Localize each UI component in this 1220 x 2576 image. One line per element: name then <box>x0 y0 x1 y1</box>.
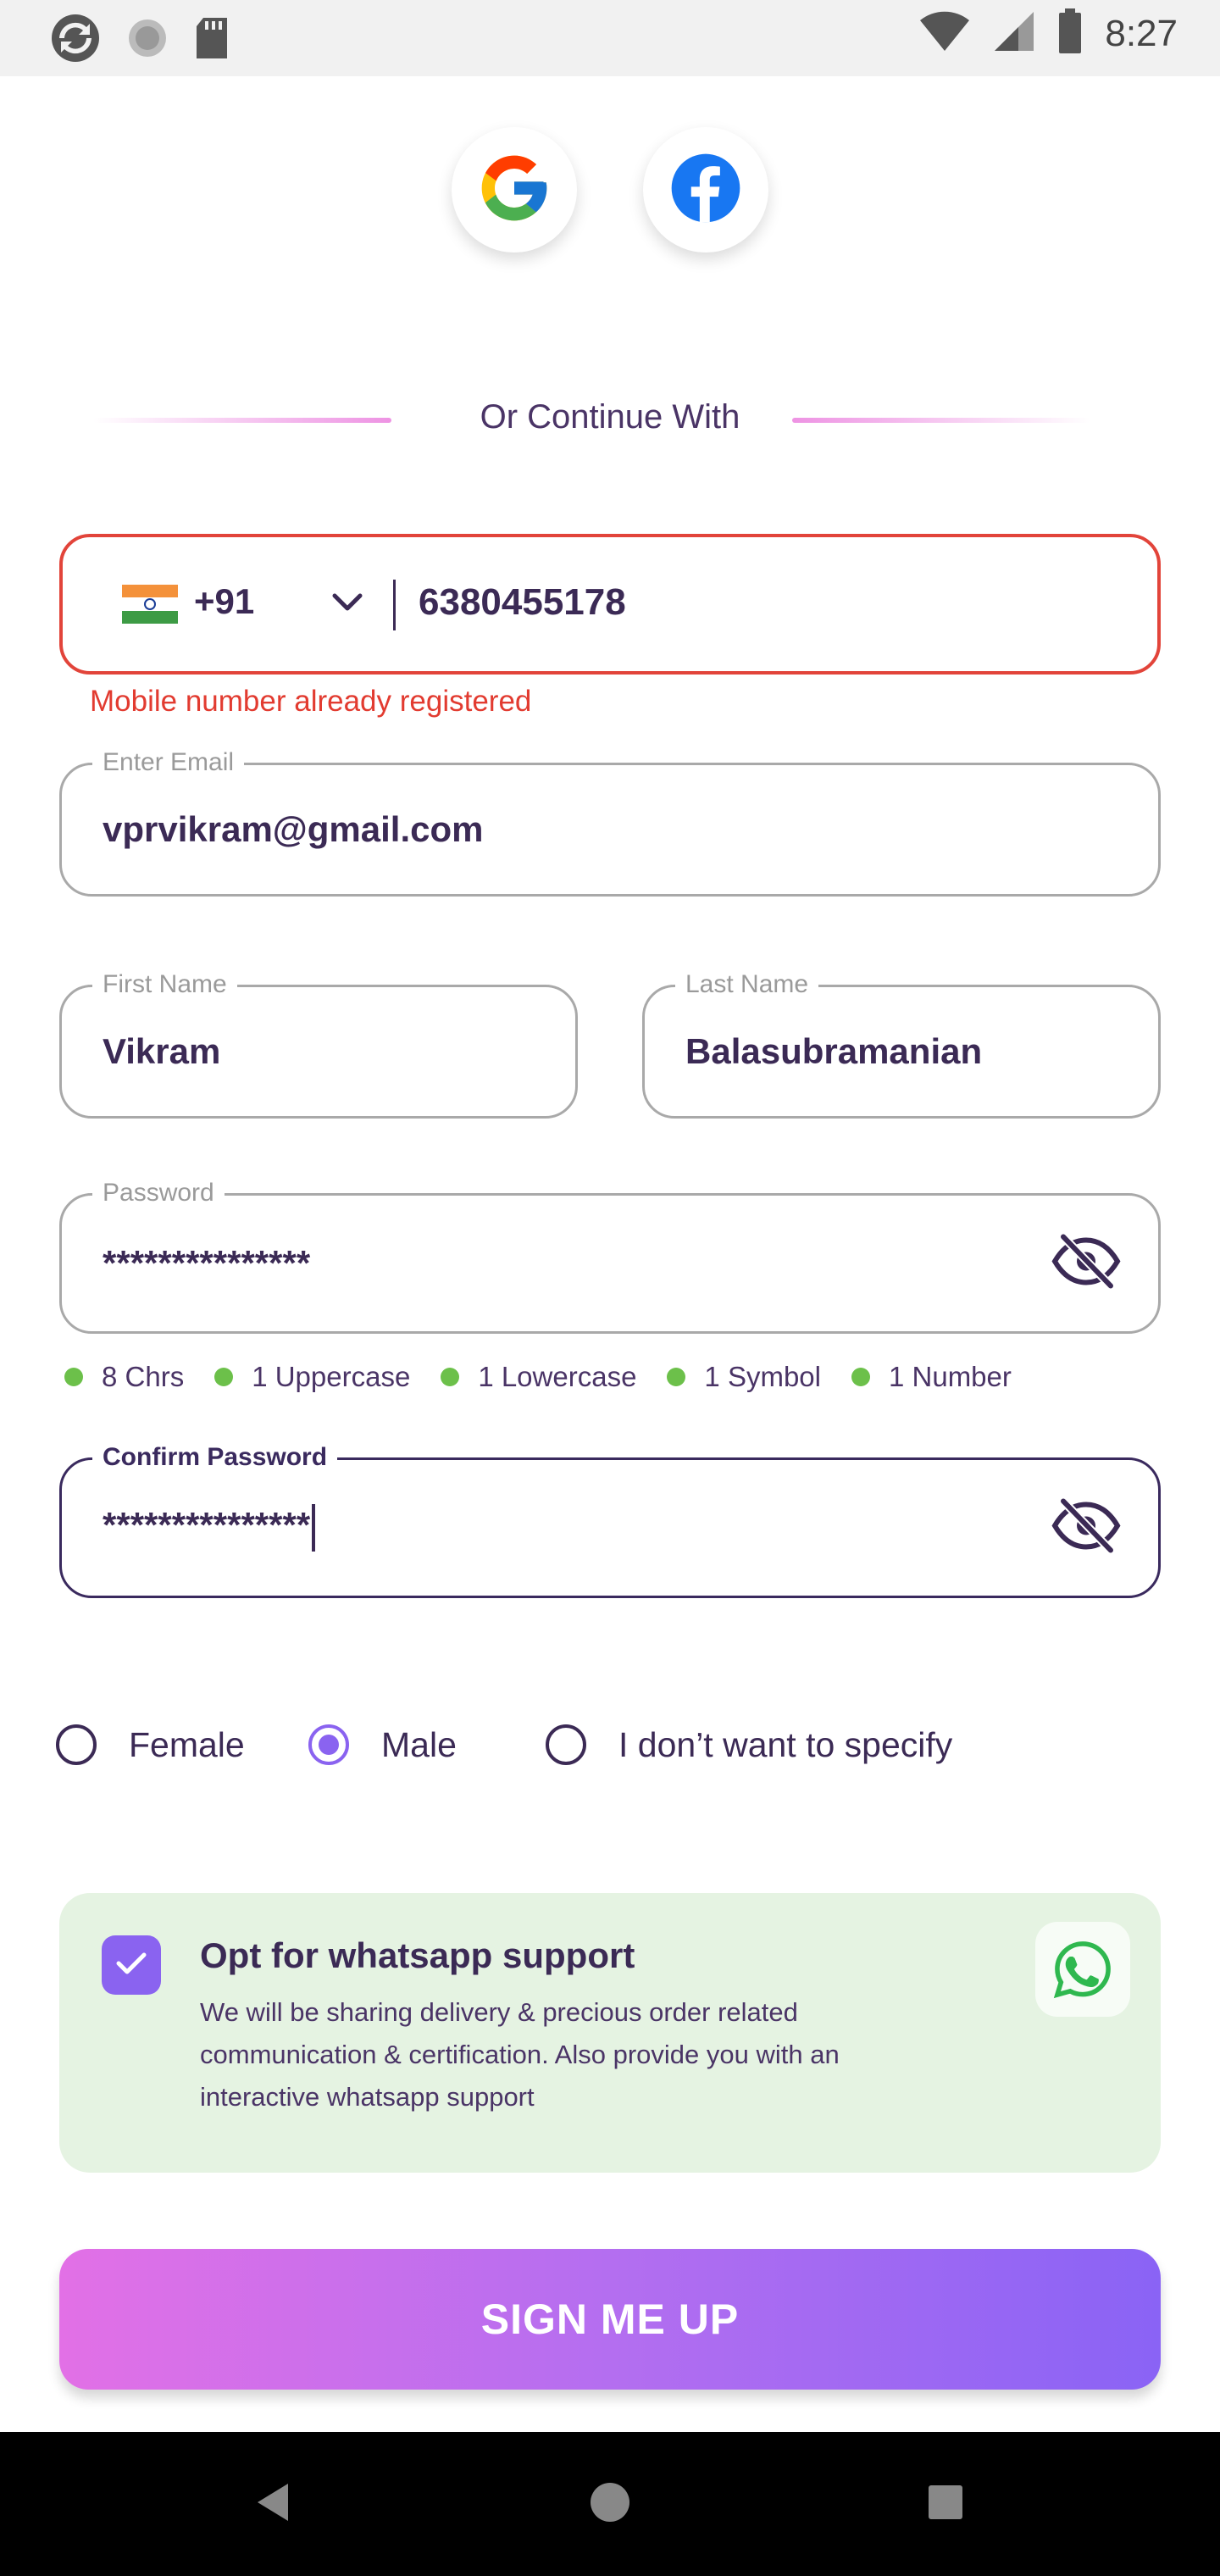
chevron-down-icon[interactable] <box>332 593 363 616</box>
first-name-label: First Name <box>92 970 237 999</box>
social-login-row <box>0 127 1220 253</box>
gender-male-radio[interactable]: Male <box>308 1724 457 1765</box>
email-field[interactable]: Enter Email vprvikram@gmail.com <box>59 748 1161 897</box>
eye-off-icon[interactable] <box>1051 1234 1121 1294</box>
confirm-password-input[interactable]: *************** <box>103 1504 316 1552</box>
whatsapp-icon <box>1035 1922 1130 2017</box>
eye-off-icon[interactable] <box>1051 1498 1121 1558</box>
check-dot-icon <box>851 1368 870 1386</box>
password-rule: 8 Chrs <box>64 1361 184 1393</box>
recents-square-icon <box>928 2484 963 2524</box>
radio-selected-icon <box>308 1724 349 1765</box>
phone-field[interactable]: +91 6380455178 <box>59 534 1161 675</box>
loading-icon <box>125 16 169 64</box>
sync-icon <box>49 12 102 69</box>
first-name-field[interactable]: First Name Vikram <box>59 970 578 1119</box>
last-name-field[interactable]: Last Name Balasubramanian <box>642 970 1161 1119</box>
phone-separator <box>393 580 396 630</box>
checkmark-icon <box>114 1950 148 1981</box>
phone-error-message: Mobile number already registered <box>90 685 532 718</box>
last-name-input[interactable]: Balasubramanian <box>685 1031 982 1072</box>
whatsapp-description: We will be sharing delivery & precious o… <box>200 1997 840 2112</box>
password-rule: 1 Lowercase <box>441 1361 636 1393</box>
check-dot-icon <box>441 1368 460 1386</box>
home-circle-icon <box>589 2481 631 2528</box>
radio-circle-icon <box>546 1724 586 1765</box>
whatsapp-title: Opt for whatsapp support <box>200 1935 635 1975</box>
password-label: Password <box>92 1179 225 1208</box>
status-bar: 8:27 <box>0 0 1220 76</box>
phone-number-input[interactable]: 6380455178 <box>419 581 626 624</box>
divider-line-right <box>792 418 1090 423</box>
radio-circle-icon <box>56 1724 97 1765</box>
check-dot-icon <box>64 1368 83 1386</box>
first-name-input[interactable]: Vikram <box>103 1031 220 1072</box>
sd-card-icon <box>193 16 230 64</box>
password-rules: 8 Chrs 1 Uppercase 1 Lowercase 1 Symbol … <box>64 1361 1012 1393</box>
check-dot-icon <box>667 1368 686 1386</box>
check-dot-icon <box>214 1368 234 1386</box>
system-nav-bar <box>0 2432 1220 2576</box>
home-button[interactable] <box>551 2432 669 2576</box>
signal-icon <box>993 10 1035 57</box>
password-field[interactable]: Password *************** <box>59 1179 1161 1334</box>
email-label: Enter Email <box>92 748 245 777</box>
password-input[interactable]: *************** <box>103 1243 310 1284</box>
gender-unspecified-radio[interactable]: I don’t want to specify <box>546 1724 952 1765</box>
or-continue-divider: Or Continue With <box>0 390 1220 449</box>
india-flag-icon <box>122 585 178 624</box>
google-icon <box>475 149 553 231</box>
gender-female-radio[interactable]: Female <box>56 1724 245 1765</box>
facebook-icon <box>668 151 743 230</box>
password-rule: 1 Symbol <box>667 1361 821 1393</box>
recents-button[interactable] <box>886 2432 1005 2576</box>
text-cursor <box>312 1504 316 1552</box>
back-button[interactable] <box>214 2432 332 2576</box>
wifi-icon <box>918 10 971 57</box>
password-rule: 1 Uppercase <box>214 1361 410 1393</box>
confirm-password-field[interactable]: Confirm Password *************** <box>59 1443 1161 1598</box>
google-login-button[interactable] <box>452 127 577 253</box>
last-name-label: Last Name <box>675 970 819 999</box>
whatsapp-support-card: Opt for whatsapp support We will be shar… <box>59 1893 1161 2173</box>
facebook-login-button[interactable] <box>643 127 768 253</box>
confirm-password-label: Confirm Password <box>92 1443 338 1472</box>
status-time: 8:27 <box>1105 12 1178 54</box>
gender-radio-group: Female Male I don’t want to specify <box>56 1716 1157 1775</box>
whatsapp-opt-in-checkbox[interactable] <box>102 1935 161 1995</box>
password-rule: 1 Number <box>851 1361 1012 1393</box>
back-triangle-icon <box>254 2482 291 2527</box>
battery-icon <box>1057 8 1083 58</box>
country-code-selector[interactable]: +91 <box>194 581 254 622</box>
sign-up-button[interactable]: SIGN ME UP <box>59 2249 1161 2390</box>
email-input[interactable]: vprvikram@gmail.com <box>103 809 483 850</box>
